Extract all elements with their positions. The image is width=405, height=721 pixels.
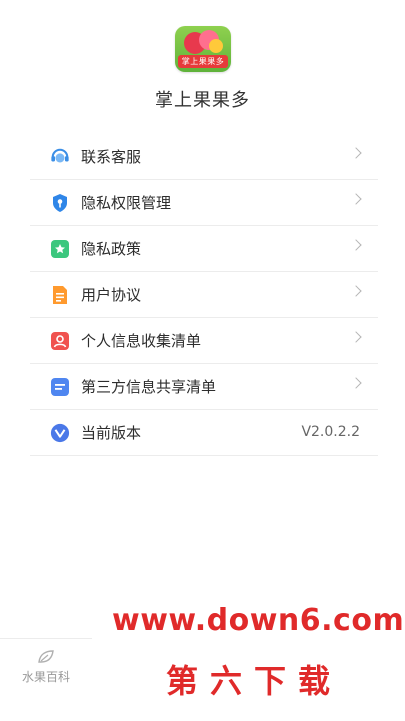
policy-bookmark-icon [50,239,70,259]
logo-fruit [209,39,223,53]
menu-item-label: 第三方信息共享清单 [81,378,217,396]
tab-label: 水果百科 [21,670,70,684]
shield-key-icon [50,193,70,213]
menu-item-privacy-permissions[interactable]: 隐私权限管理 [30,180,378,226]
chevron-right-icon [350,285,362,297]
version-value: V2.0.2.2 [301,424,360,440]
chevron-right-icon [350,239,362,251]
app-logo: 掌上果果多 [175,26,231,72]
leaf-icon [37,649,55,665]
version-v-icon [50,423,70,443]
chevron-right-icon [350,193,362,205]
settings-menu: 联系客服 隐私权限管理 隐私政策 用户协议 个人信息收集清单 第三方信息共享清单… [30,134,378,456]
chevron-right-icon [350,331,362,343]
logo-text: 掌上果果多 [178,55,228,68]
chevron-right-icon [350,377,362,389]
document-icon [50,285,70,305]
menu-item-label: 联系客服 [81,148,142,166]
menu-item-current-version: 当前版本 V2.0.2.2 [30,410,378,456]
menu-item-label: 个人信息收集清单 [81,332,202,350]
menu-item-user-agreement[interactable]: 用户协议 [30,272,378,318]
person-card-icon [50,331,70,351]
menu-item-label: 隐私权限管理 [81,194,172,212]
menu-item-contact-service[interactable]: 联系客服 [30,134,378,180]
list-doc-icon [50,377,70,397]
watermark-url: www.down6.com [112,603,405,638]
watermark-text: 第六下载 [166,662,343,700]
app-name: 掌上果果多 [155,90,250,111]
tab-fruit-encyclopedia[interactable]: 水果百科 [0,638,92,721]
menu-item-third-party-sharing[interactable]: 第三方信息共享清单 [30,364,378,410]
menu-item-personal-info-list[interactable]: 个人信息收集清单 [30,318,378,364]
customer-service-icon [50,147,70,167]
menu-item-label: 用户协议 [81,286,142,304]
chevron-right-icon [350,147,362,159]
menu-item-privacy-policy[interactable]: 隐私政策 [30,226,378,272]
menu-item-label: 当前版本 [81,424,142,442]
menu-item-label: 隐私政策 [81,240,142,258]
